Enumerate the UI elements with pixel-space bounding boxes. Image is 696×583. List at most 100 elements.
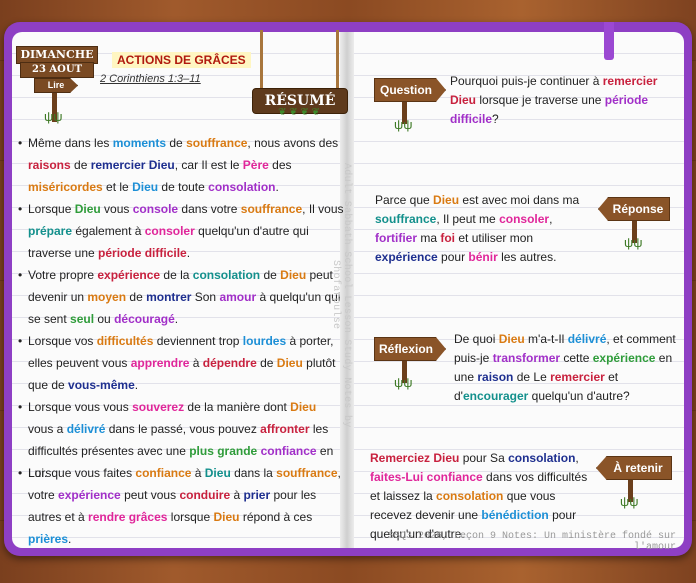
- question-text: Pourquoi puis-je continuer à remercier D…: [450, 72, 675, 129]
- highlighted-word: souffrance: [240, 202, 303, 216]
- highlighted-word: découragé: [114, 312, 175, 326]
- highlighted-word: lourdes: [242, 334, 287, 348]
- list-item: • Lorsque vous faites confiance à Dieu da…: [18, 462, 344, 550]
- highlighted-word: confiance: [260, 444, 317, 458]
- text-segment: ,: [549, 212, 553, 226]
- grass-icon: ψψ: [394, 117, 413, 132]
- highlighted-word: Remerciez Dieu: [370, 451, 460, 465]
- highlighted-word: expérience: [375, 250, 438, 264]
- grass-icon: ψψ: [624, 235, 643, 250]
- highlighted-word: remercier Dieu: [90, 158, 175, 172]
- bullet-icon: •: [18, 268, 23, 282]
- read-sign: Lire: [34, 78, 78, 93]
- scripture-reference-link[interactable]: 2 Corinthiens 1:3–11: [100, 73, 201, 85]
- reflection-text: De quoi Dieu m'a-t-Il délivré, et commen…: [454, 330, 676, 406]
- list-item: • Lorsque vos difficultés deviennent trop…: [18, 330, 344, 396]
- highlighted-word: souffrance: [186, 136, 248, 150]
- highlighted-word: consolation: [208, 180, 276, 194]
- highlighted-word: foi: [440, 231, 456, 245]
- highlighted-word: dépendre: [202, 356, 257, 370]
- text-segment: .: [68, 532, 72, 546]
- text-segment: répond à ces: [239, 510, 313, 524]
- highlighted-word: Dieu: [204, 466, 231, 480]
- highlighted-word: Dieu: [132, 180, 159, 194]
- highlighted-word: console: [132, 202, 179, 216]
- text-segment: ,: [575, 451, 579, 465]
- vine-decoration: ❦ ❦ ❦ ❦: [278, 107, 320, 118]
- highlighted-word: difficultés: [96, 334, 154, 348]
- text-segment: les autres.: [497, 250, 557, 264]
- text-segment: de: [260, 268, 281, 282]
- text-segment: est avec moi dans ma: [459, 193, 580, 207]
- text-segment: pour Sa: [459, 451, 509, 465]
- text-segment: De quoi: [454, 332, 499, 346]
- highlighted-word: montrer: [146, 290, 192, 304]
- highlighted-word: prières: [28, 532, 69, 546]
- text-segment: , nous avons des: [247, 136, 339, 150]
- highlighted-word: consolation: [192, 268, 261, 282]
- text-segment: Même dans les: [28, 136, 113, 150]
- text-segment: de la manière dont: [184, 400, 291, 414]
- highlighted-word: Dieu: [276, 356, 303, 370]
- highlighted-word: Père: [242, 158, 269, 172]
- text-segment: deviennent trop: [153, 334, 243, 348]
- text-segment: ma: [417, 231, 441, 245]
- list-item-text: Même dans les moments de souffrance, nou…: [18, 132, 344, 198]
- highlighted-word: expérience: [97, 268, 161, 282]
- highlighted-word: prier: [243, 488, 271, 502]
- list-item-text: Lorsque Dieu vous console dans votre sou…: [18, 198, 344, 264]
- highlighted-word: délivré: [567, 332, 607, 346]
- grass-icon: ψψ: [620, 494, 639, 509]
- highlighted-word: souffrance: [375, 212, 437, 226]
- highlighted-word: souverez: [132, 400, 185, 414]
- bullet-icon: •: [18, 202, 23, 216]
- highlighted-word: remercier: [550, 370, 605, 384]
- highlighted-word: souffrance: [276, 466, 338, 480]
- question-sign: Question: [374, 78, 446, 102]
- text-segment: dans votre: [178, 202, 241, 216]
- text-segment: à: [189, 356, 203, 370]
- text-segment: Votre propre: [28, 268, 98, 282]
- list-item-text: Lorsque vous faites confiance à Dieu dan…: [18, 462, 344, 550]
- highlighted-word: Dieu: [213, 510, 240, 524]
- text-segment: vous: [100, 202, 133, 216]
- bullet-icon: •: [18, 334, 23, 348]
- list-item: • Lorsque Dieu vous console dans votre so…: [18, 198, 344, 264]
- text-segment: .: [186, 246, 191, 260]
- text-segment: lorsque: [167, 510, 214, 524]
- text-segment: de: [166, 136, 187, 150]
- text-segment: de Le: [513, 370, 551, 384]
- highlighted-word: période difficile: [98, 246, 187, 260]
- bookmark-ribbon: [604, 22, 614, 60]
- text-segment: quelqu'un d'autre?: [528, 389, 630, 403]
- highlighted-word: fortifier: [375, 231, 417, 245]
- text-segment: .: [275, 180, 279, 194]
- highlighted-word: consoler: [499, 212, 550, 226]
- text-segment: .: [174, 312, 179, 326]
- highlighted-word: conduire: [179, 488, 231, 502]
- grass-icon: ψψ: [394, 375, 413, 390]
- text-segment: ou: [94, 312, 115, 326]
- text-segment: Lorsque vous vous: [28, 400, 133, 414]
- highlighted-word: bénédiction: [481, 508, 549, 522]
- highlighted-word: encourager: [462, 389, 529, 403]
- bullet-icon: •: [18, 466, 23, 480]
- text-segment: , Il peut me: [436, 212, 500, 226]
- text-segment: dans la: [230, 466, 277, 480]
- text-segment: de la: [160, 268, 193, 282]
- text-segment: , car Il est le: [174, 158, 243, 172]
- highlighted-word: prépare: [28, 224, 73, 238]
- highlighted-word: Dieu: [498, 332, 525, 346]
- highlighted-word: amour: [219, 290, 257, 304]
- highlighted-word: raison: [477, 370, 514, 384]
- text-segment: Parce que: [375, 193, 434, 207]
- highlighted-word: vous-même: [68, 378, 135, 392]
- text-segment: et le: [102, 180, 133, 194]
- text-segment: dans le passé, vous pouvez: [105, 422, 261, 436]
- highlighted-word: consolation: [508, 451, 576, 465]
- highlighted-word: transformer: [492, 351, 561, 365]
- highlighted-word: raisons: [28, 158, 71, 172]
- list-item-text: Lorsque vos difficultés deviennent trop …: [18, 330, 344, 396]
- highlighted-word: confiance: [135, 466, 192, 480]
- text-segment: de: [70, 158, 91, 172]
